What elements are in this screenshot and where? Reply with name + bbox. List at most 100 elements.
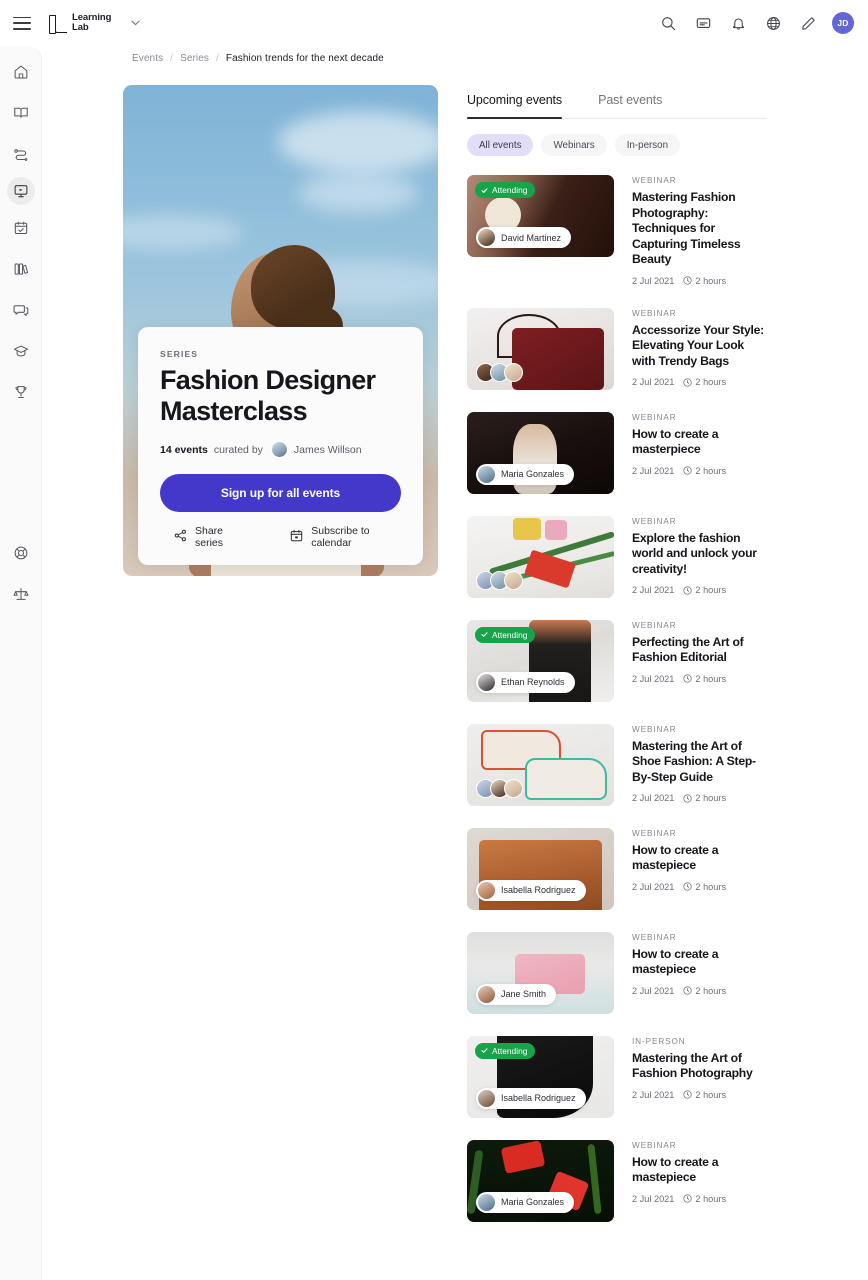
attendee-avatar [504, 362, 523, 382]
event-duration: 2 hours [683, 377, 726, 387]
attendee-avatar-stack [476, 362, 523, 382]
event-meta: 2 Jul 2021 2 hours [632, 882, 767, 892]
sidebar-item-trophy[interactable] [7, 378, 35, 406]
sidebar-item-scales[interactable] [7, 580, 35, 608]
event-title[interactable]: Mastering Fashion Photography: Technique… [632, 190, 767, 268]
event-list-item[interactable]: WEBINAR Mastering the Art of Shoe Fashio… [467, 723, 767, 806]
pencil-icon[interactable] [797, 12, 819, 34]
event-info: WEBINAR How to create a masterpiece 2 Ju… [632, 412, 767, 494]
event-date: 2 Jul 2021 [632, 673, 675, 684]
presenter-name: Ethan Reynolds [501, 677, 565, 687]
filter-chip-webinars[interactable]: Webinars [541, 134, 607, 156]
attendee-avatar [504, 570, 523, 590]
event-list-item[interactable]: Attending David Martinez WEBINAR Masterin… [467, 175, 767, 286]
subscribe-to-calendar-button[interactable]: Subscribe to calendar [290, 525, 401, 549]
tab-upcoming-events[interactable]: Upcoming events [467, 85, 562, 119]
breadcrumb: Events / Series / Fashion trends for the… [132, 53, 384, 64]
event-meta: 2 Jul 2021 2 hours [632, 585, 767, 595]
breadcrumb-item-series[interactable]: Series [180, 53, 209, 64]
event-meta: 2 Jul 2021 2 hours [632, 466, 767, 476]
event-title[interactable]: Explore the fashion world and unlock you… [632, 531, 767, 578]
sidebar-item-events[interactable] [6, 177, 35, 205]
event-meta: 2 Jul 2021 2 hours [632, 986, 767, 996]
series-hero-image: SERIES Fashion Designer Masterclass 14 e… [123, 85, 438, 576]
chat-icon[interactable] [692, 12, 714, 34]
sidebar-item-discussions[interactable] [7, 296, 35, 324]
presenter-pill: Maria Gonzales [476, 463, 575, 485]
avatar[interactable]: JD [832, 12, 854, 34]
presenter-pill: Isabella Rodriguez [476, 1087, 586, 1109]
presenter-pill: Isabella Rodriguez [476, 879, 586, 901]
filter-chip-all-events[interactable]: All events [467, 134, 534, 156]
breadcrumb-item-events[interactable]: Events [132, 53, 163, 64]
main-content: Events / Series / Fashion trends for the… [42, 46, 868, 1280]
event-list-item[interactable]: Maria Gonzales WEBINAR How to create a m… [467, 411, 767, 494]
event-info: WEBINAR How to create a mastepiece 2 Jul… [632, 932, 767, 1014]
event-title[interactable]: How to create a masterpiece [632, 427, 767, 458]
sidebar [0, 46, 42, 1280]
event-thumbnail[interactable] [467, 723, 614, 806]
event-type-label: WEBINAR [632, 620, 677, 630]
hamburger-icon[interactable] [13, 16, 31, 30]
event-type-label: WEBINAR [632, 828, 677, 838]
event-thumbnail[interactable]: Isabella Rodriguez [467, 827, 614, 910]
event-title[interactable]: How to create a mastepiece [632, 1155, 767, 1186]
sidebar-item-book[interactable] [7, 99, 35, 127]
event-thumbnail[interactable]: Jane Smith [467, 931, 614, 1014]
event-title[interactable]: Mastering the Art of Shoe Fashion: A Ste… [632, 739, 767, 786]
event-thumbnail[interactable]: Attending Isabella Rodriguez [467, 1035, 614, 1118]
event-title[interactable]: How to create a mastepiece [632, 947, 767, 978]
brand-logo[interactable]: Learning Lab [48, 12, 140, 34]
sign-up-for-all-events-button[interactable]: Sign up for all events [160, 474, 401, 512]
sidebar-item-calendar[interactable] [7, 214, 35, 242]
event-thumbnail[interactable]: Maria Gonzales [467, 411, 614, 494]
presenter-pill: Jane Smith [476, 983, 557, 1005]
search-icon[interactable] [657, 12, 679, 34]
sidebar-item-graduation[interactable] [7, 337, 35, 365]
event-duration: 2 hours [683, 276, 726, 286]
event-date: 2 Jul 2021 [632, 585, 675, 595]
top-bar-actions: JD [657, 12, 854, 34]
event-meta: 2 Jul 2021 2 hours [632, 377, 767, 387]
presenter-avatar [478, 881, 495, 899]
event-thumbnail[interactable]: Maria Gonzales [467, 1139, 614, 1222]
bell-icon[interactable] [727, 12, 749, 34]
event-info: WEBINAR How to create a mastepiece 2 Jul… [632, 1140, 767, 1222]
event-title[interactable]: Accessorize Your Style: Elevating Your L… [632, 323, 767, 370]
event-title[interactable]: How to create a mastepiece [632, 843, 767, 874]
event-list-item[interactable]: Attending Isabella Rodriguez IN-PERSON Ma… [467, 1035, 767, 1118]
event-date: 2 Jul 2021 [632, 985, 675, 996]
share-icon [174, 529, 187, 545]
attendee-avatar-stack [476, 570, 523, 590]
event-list-item[interactable]: Maria Gonzales WEBINAR How to create a m… [467, 1139, 767, 1222]
event-thumbnail[interactable]: Attending Ethan Reynolds [467, 619, 614, 702]
series-info-card: SERIES Fashion Designer Masterclass 14 e… [138, 327, 423, 565]
event-thumbnail[interactable] [467, 307, 614, 390]
event-list-item[interactable]: WEBINAR Explore the fashion world and un… [467, 515, 767, 598]
breadcrumb-separator: / [170, 53, 174, 64]
event-list-item[interactable]: Jane Smith WEBINAR How to create a maste… [467, 931, 767, 1014]
event-title[interactable]: Perfecting the Art of Fashion Editorial [632, 635, 767, 666]
tab-past-events[interactable]: Past events [598, 85, 662, 118]
sidebar-item-help[interactable] [7, 539, 35, 567]
series-curator-name: James Willson [293, 443, 362, 456]
chevron-down-icon[interactable] [131, 18, 140, 28]
event-date: 2 Jul 2021 [632, 881, 675, 892]
event-list-item[interactable]: Isabella Rodriguez WEBINAR How to create… [467, 827, 767, 910]
event-list-item[interactable]: WEBINAR Accessorize Your Style: Elevatin… [467, 307, 767, 390]
event-thumbnail[interactable]: Attending David Martinez [467, 175, 614, 257]
presenter-name: Maria Gonzales [501, 469, 565, 479]
event-list-item[interactable]: Attending Ethan Reynolds WEBINAR Perfecti… [467, 619, 767, 702]
share-series-button[interactable]: Share series [174, 525, 246, 549]
sidebar-item-library[interactable] [7, 255, 35, 283]
sidebar-item-home[interactable] [7, 58, 35, 86]
share-series-label: Share series [195, 525, 224, 549]
presenter-name: David Martinez [501, 232, 562, 243]
filter-chip-in-person[interactable]: In-person [614, 134, 681, 156]
breadcrumb-separator: / [216, 53, 219, 64]
event-title[interactable]: Mastering the Art of Fashion Photography [632, 1051, 767, 1082]
learning-lab-logo-icon [48, 14, 67, 34]
globe-icon[interactable] [762, 12, 784, 34]
event-thumbnail[interactable] [467, 515, 614, 598]
sidebar-item-path[interactable] [7, 140, 35, 168]
